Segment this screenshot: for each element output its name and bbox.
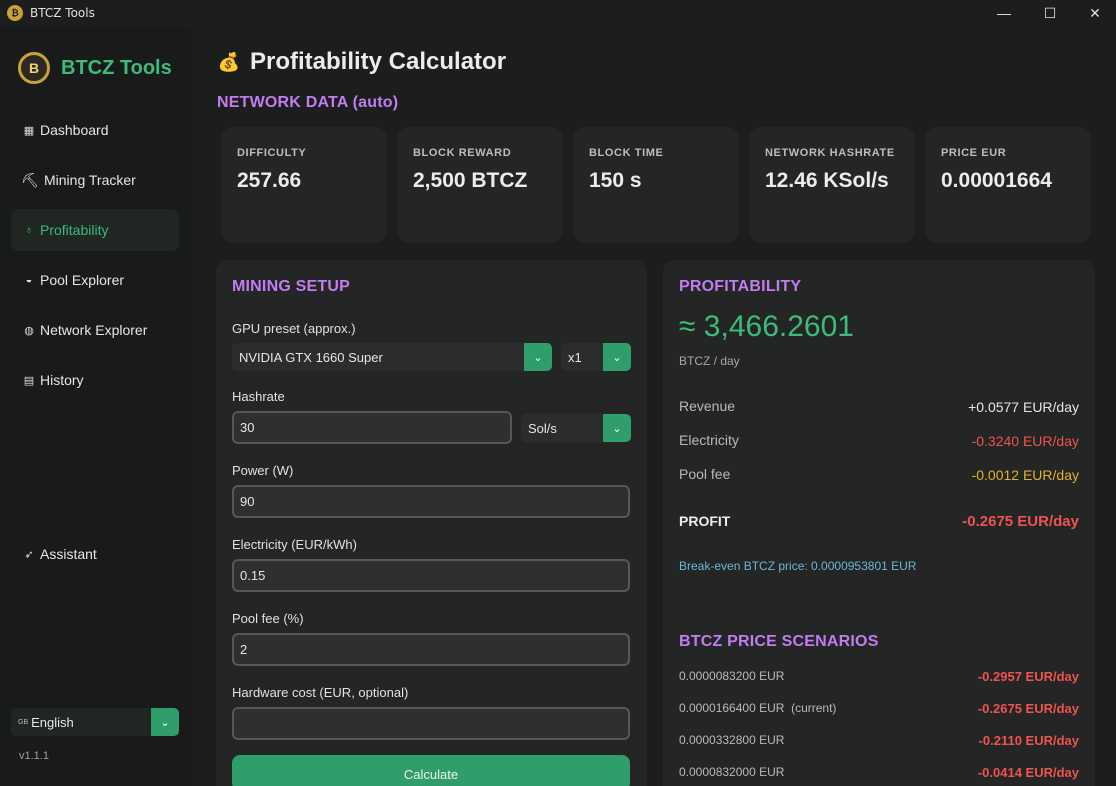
chevron-down-icon[interactable]: ⌄ [524, 343, 552, 371]
sidebar-item-label: Network Explorer [40, 322, 148, 338]
page-title-text: Profitability Calculator [250, 48, 507, 75]
stat-label: DIFFICULTY [237, 147, 307, 159]
brand-name: BTCZ Tools [61, 56, 172, 79]
sidebar-item-network-explorer[interactable]: ◍ Network Explorer [11, 309, 179, 351]
flag-icon: GB [18, 718, 29, 726]
sidebar: B BTCZ Tools ▦ Dashboard ⛏ Mining Tracke… [0, 26, 191, 786]
sidebar-item-label: Dashboard [40, 122, 109, 138]
pool-fee-cost-label: Pool fee [679, 466, 731, 482]
sidebar-item-mining-tracker[interactable]: ⛏ Mining Tracker [11, 159, 179, 201]
sidebar-item-assistant[interactable]: ➶ Assistant [11, 533, 179, 575]
sidebar-item-profitability[interactable]: ♁ Profitability [11, 209, 179, 251]
language-value: English [31, 714, 74, 730]
title-bar: ₿ BTCZ Tools — ☐ ✕ [0, 0, 1116, 26]
price-scenarios-heading: BTCZ PRICE SCENARIOS [679, 633, 879, 650]
btcz-logo-icon: B [18, 52, 50, 84]
profit-unit: BTCZ / day [679, 354, 740, 368]
break-even-price: Break-even BTCZ price: 0.0000953801 EUR [679, 559, 917, 573]
pool-icon: ◒ [25, 274, 33, 286]
profit-value: -0.2675 EUR/day [962, 513, 1079, 530]
profit-label: PROFIT [679, 513, 731, 529]
stat-label: NETWORK HASHRATE [765, 147, 895, 159]
power-input[interactable]: 90 [232, 485, 630, 518]
scenario-profit: -0.0414 EUR/day [977, 765, 1079, 780]
chevron-down-icon[interactable]: ⌄ [151, 708, 179, 736]
hashrate-input[interactable]: 30 [232, 411, 512, 444]
profit-btcz-per-day: ≈ 3,466.2601 [679, 310, 854, 343]
sidebar-item-label: History [40, 372, 84, 388]
stat-value: 150 s [589, 169, 642, 192]
globe-icon: ◍ [24, 324, 34, 337]
gpu-count-value: x1 [568, 349, 582, 365]
mining-setup-heading: MINING SETUP [232, 278, 350, 295]
calendar-icon: ▤ [23, 374, 35, 387]
maximize-button[interactable]: ☐ [1027, 0, 1073, 26]
rocket-icon: ➶ [24, 548, 34, 561]
revenue-value: +0.0577 EUR/day [968, 399, 1079, 415]
scenario-price: 0.0000332800 EUR [679, 733, 785, 747]
scenario-price: 0.0000083200 EUR [679, 669, 785, 683]
stat-value: 0.00001664 [941, 169, 1052, 192]
scenario-price: 0.0000832000 EUR [679, 765, 785, 779]
network-data-heading: NETWORK DATA (auto) [217, 94, 399, 111]
stat-value: 12.46 KSol/s [765, 169, 889, 192]
sidebar-item-dashboard[interactable]: ▦ Dashboard [11, 109, 179, 151]
money-bag-icon: ♁ [24, 224, 34, 236]
sidebar-item-label: Pool Explorer [40, 272, 125, 288]
stat-label: BLOCK TIME [589, 147, 664, 159]
scenario-profit: -0.2675 EUR/day [977, 701, 1079, 716]
scenario-profit: -0.2957 EUR/day [977, 669, 1079, 684]
stat-card-block-time: BLOCK TIME 150 s [573, 127, 739, 243]
electricity-cost-value: -0.3240 EUR/day [971, 433, 1079, 449]
scenario-profit: -0.2110 EUR/day [978, 733, 1079, 748]
minimize-button[interactable]: — [981, 0, 1027, 26]
pool-fee-label: Pool fee (%) [232, 611, 304, 626]
hardware-cost-label: Hardware cost (EUR, optional) [232, 685, 409, 700]
version-label: v1.1.1 [19, 750, 49, 762]
hardware-cost-input[interactable] [232, 707, 630, 740]
hashrate-label: Hashrate [232, 389, 285, 404]
sidebar-item-pool-explorer[interactable]: ◒ Pool Explorer [11, 259, 179, 301]
stat-card-network-hashrate: NETWORK HASHRATE 12.46 KSol/s [749, 127, 915, 243]
app-logo-icon: ₿ [7, 5, 23, 21]
gpu-preset-label: GPU preset (approx.) [232, 321, 356, 336]
stat-label: BLOCK REWARD [413, 147, 512, 159]
electricity-cost-label: Electricity [679, 432, 739, 448]
sidebar-item-history[interactable]: ▤ History [11, 359, 179, 401]
stat-value: 257.66 [237, 169, 302, 192]
stat-value: 2,500 BTCZ [413, 169, 528, 192]
gpu-preset-value: NVIDIA GTX 1660 Super [239, 349, 383, 365]
sidebar-item-label: Profitability [40, 222, 109, 238]
pool-fee-input[interactable]: 2 [232, 633, 630, 666]
pickaxe-icon: ⛏ [21, 171, 39, 188]
electricity-label: Electricity (EUR/kWh) [232, 537, 357, 552]
chevron-down-icon[interactable]: ⌄ [603, 343, 631, 371]
window-title: BTCZ Tools [30, 6, 95, 20]
hashrate-unit-select[interactable]: Sol/s ⌄ [521, 414, 631, 442]
money-bag-icon: 💰 [217, 51, 241, 72]
gpu-count-select[interactable]: x1 ⌄ [561, 343, 631, 371]
power-label: Power (W) [232, 463, 294, 478]
chevron-down-icon[interactable]: ⌄ [603, 414, 631, 442]
stat-card-difficulty: DIFFICULTY 257.66 [221, 127, 387, 243]
brand: B BTCZ Tools [18, 52, 172, 84]
electricity-input[interactable]: 0.15 [232, 559, 630, 592]
stat-card-block-reward: BLOCK REWARD 2,500 BTCZ [397, 127, 563, 243]
bar-chart-icon: ▦ [23, 124, 35, 137]
scenario-price: 0.0000166400 EUR (current) [679, 701, 837, 715]
stat-label: PRICE EUR [941, 147, 1007, 159]
pool-fee-cost-value: -0.0012 EUR/day [971, 467, 1079, 483]
calculate-button[interactable]: Calculate [232, 755, 630, 786]
gpu-preset-select[interactable]: NVIDIA GTX 1660 Super ⌄ [232, 343, 552, 371]
language-select[interactable]: GB English ⌄ [11, 708, 179, 736]
profitability-heading: PROFITABILITY [679, 278, 802, 295]
close-button[interactable]: ✕ [1072, 0, 1116, 26]
page-title: 💰 Profitability Calculator [218, 48, 506, 76]
revenue-label: Revenue [679, 398, 736, 414]
hashrate-unit-value: Sol/s [528, 420, 557, 436]
stat-card-price-eur: PRICE EUR 0.00001664 [925, 127, 1091, 243]
sidebar-item-label: Mining Tracker [44, 172, 136, 188]
sidebar-item-label: Assistant [40, 546, 97, 562]
